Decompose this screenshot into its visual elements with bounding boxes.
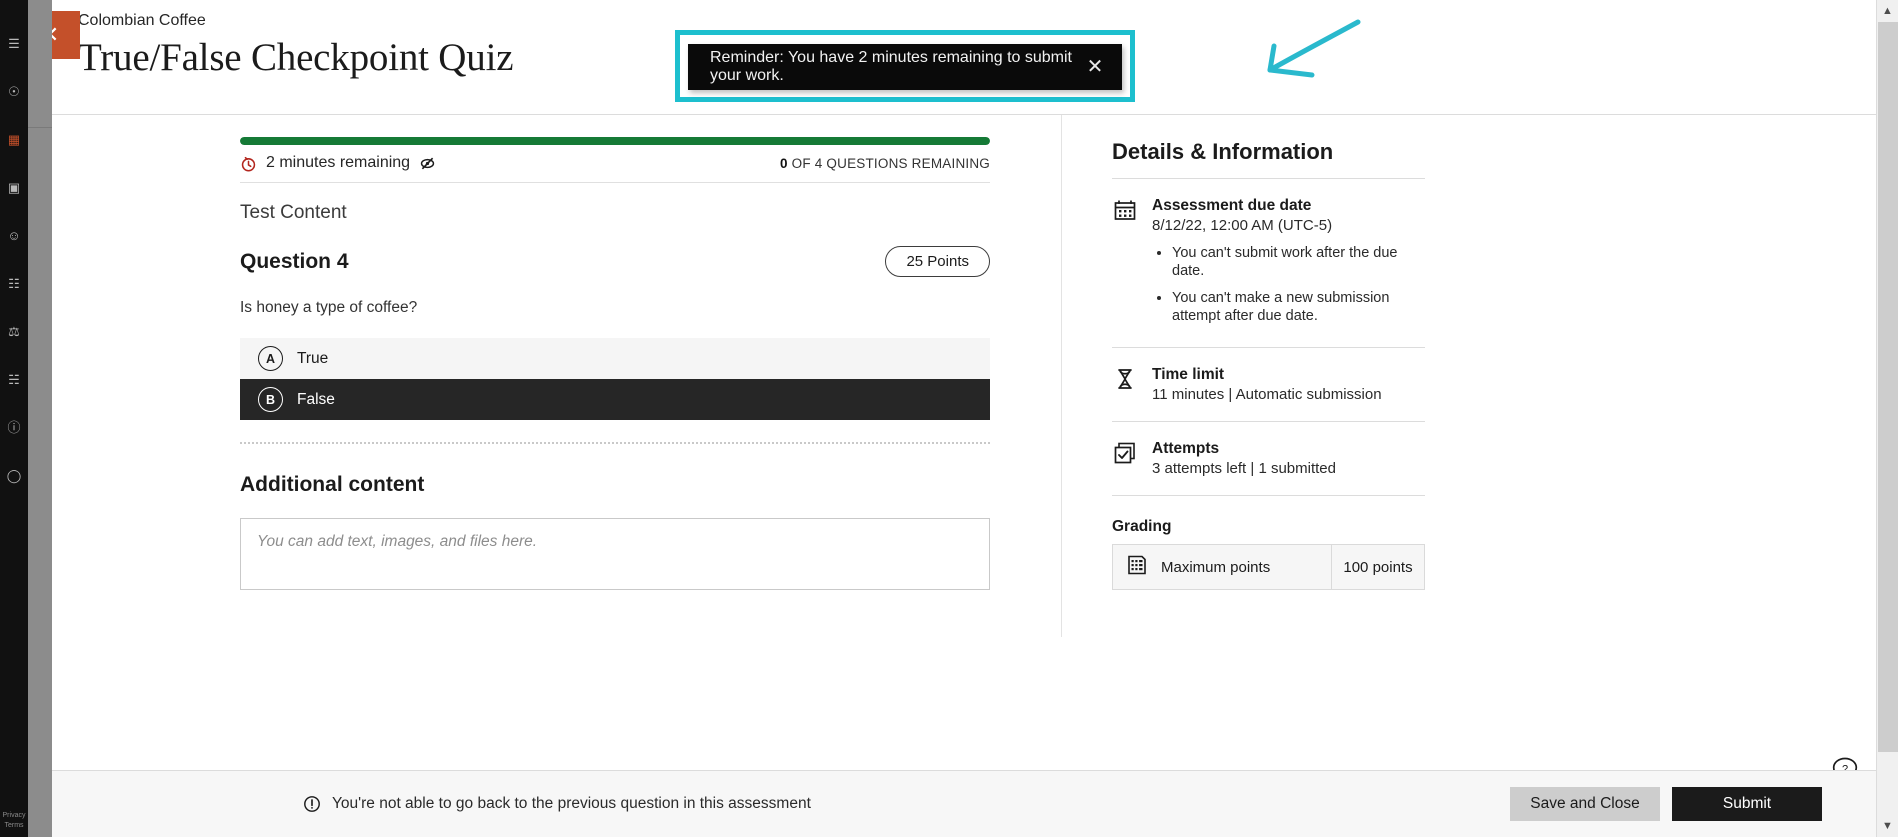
questions-remaining-label: OF 4 QUESTIONS REMAINING <box>788 156 990 171</box>
timer-group: 2 minutes remaining <box>240 154 436 172</box>
grading-row-label-group: Maximum points <box>1113 545 1332 589</box>
grading-row-label: Maximum points <box>1161 559 1270 576</box>
time-progress-bar <box>240 137 990 145</box>
divider <box>1112 421 1425 422</box>
attempts-value: 3 attempts left | 1 submitted <box>1152 460 1336 477</box>
profile-icon[interactable]: ◯ <box>5 466 23 484</box>
additional-content-placeholder: You can add text, images, and files here… <box>257 533 537 550</box>
time-limit-value: 11 minutes | Automatic submission <box>1152 386 1382 403</box>
answer-options: A True B False <box>240 338 990 420</box>
assessment-body: 2 minutes remaining 0 OF 4 QUESTIONS REM… <box>52 115 1898 637</box>
scroll-up-icon[interactable]: ▲ <box>1877 0 1898 22</box>
attempts-block: Attempts 3 attempts left | 1 submitted <box>1112 440 1425 477</box>
messages-icon[interactable]: ☷ <box>5 274 23 292</box>
details-panel: Details & Information Assessment due dat… <box>1062 115 1898 637</box>
question-text: Is honey a type of coffee? <box>240 299 990 317</box>
time-remaining-text: 2 minutes remaining <box>266 154 410 172</box>
test-content-label: Test Content <box>240 202 990 224</box>
close-assessment-button[interactable]: ✕ <box>52 11 80 59</box>
footer-actions: Save and Close Submit <box>1510 787 1822 821</box>
assessment-footer: You're not able to go back to the previo… <box>52 770 1898 837</box>
time-limit-heading: Time limit <box>1152 366 1382 384</box>
grading-card: Maximum points 100 points <box>1112 544 1425 590</box>
question-number: Question 4 <box>240 250 349 274</box>
toast-message: Reminder: You have 2 minutes remaining t… <box>710 49 1084 85</box>
time-limit-text-group: Time limit 11 minutes | Automatic submis… <box>1152 366 1382 403</box>
due-date-text-group: Assessment due date 8/12/22, 12:00 AM (U… <box>1152 197 1425 334</box>
answer-letter: A <box>258 346 283 371</box>
calendar-icon <box>1112 198 1138 224</box>
timer-row: 2 minutes remaining 0 OF 4 QUESTIONS REM… <box>240 154 990 183</box>
calendar-icon[interactable]: ☺ <box>5 226 23 244</box>
scroll-down-icon[interactable]: ▼ <box>1877 815 1898 837</box>
details-title: Details & Information <box>1112 139 1898 165</box>
assessment-modal: ✕ Colombian Coffee True/False Checkpoint… <box>52 0 1898 837</box>
close-icon: ✕ <box>52 11 80 59</box>
toast-highlight-annotation: Reminder: You have 2 minutes remaining t… <box>675 30 1135 102</box>
time-progress-fill <box>240 137 990 145</box>
institution-icon[interactable]: ☉ <box>5 82 23 100</box>
due-date-bullet: You can't make a new submission attempt … <box>1172 289 1425 325</box>
divider <box>1112 495 1425 496</box>
divider <box>240 442 990 444</box>
footer-note-text: You're not able to go back to the previo… <box>332 795 811 813</box>
scrollbar-thumb[interactable] <box>1878 22 1898 752</box>
divider <box>1112 178 1425 179</box>
breadcrumb[interactable]: Colombian Coffee <box>78 12 1898 30</box>
warning-icon <box>303 795 321 813</box>
answer-letter: B <box>258 387 283 412</box>
attempts-icon <box>1112 441 1138 467</box>
global-nav-rail: ☰ ☉ ▦ ▣ ☺ ☷ ⚖ ☵ ⓘ ◯ Privacy Terms <box>0 0 28 837</box>
save-and-close-button[interactable]: Save and Close <box>1510 787 1660 821</box>
question-panel: 2 minutes remaining 0 OF 4 QUESTIONS REM… <box>52 115 1062 637</box>
menu-icon[interactable]: ☰ <box>5 34 23 52</box>
hourglass-icon <box>1112 367 1138 393</box>
answer-option-b[interactable]: B False <box>240 379 990 420</box>
questions-remaining-count: 0 <box>780 156 788 171</box>
due-date-bullets: You can't submit work after the due date… <box>1152 244 1425 325</box>
questions-remaining: 0 OF 4 QUESTIONS REMAINING <box>780 156 990 171</box>
grading-row-value: 100 points <box>1332 559 1424 576</box>
reminder-toast: Reminder: You have 2 minutes remaining t… <box>688 44 1122 90</box>
footer-note: You're not able to go back to the previo… <box>303 795 811 813</box>
submit-button[interactable]: Submit <box>1672 787 1822 821</box>
support-icon[interactable]: ⓘ <box>5 418 23 436</box>
rubric-icon <box>1125 553 1149 581</box>
points-badge: 25 Points <box>885 246 990 277</box>
additional-content-input[interactable]: You can add text, images, and files here… <box>240 518 990 590</box>
courses-icon[interactable]: ▣ <box>5 178 23 196</box>
vertical-scrollbar[interactable]: ▲ ▼ <box>1876 0 1898 837</box>
privacy-link[interactable]: Privacy <box>0 811 28 821</box>
answer-option-a[interactable]: A True <box>240 338 990 379</box>
close-icon[interactable]: ✕ <box>1084 54 1106 80</box>
attempts-text-group: Attempts 3 attempts left | 1 submitted <box>1152 440 1336 477</box>
due-date-heading: Assessment due date <box>1152 197 1425 215</box>
due-date-value: 8/12/22, 12:00 AM (UTC-5) <box>1152 217 1425 234</box>
due-date-bullet: You can't submit work after the due date… <box>1172 244 1425 280</box>
time-limit-block: Time limit 11 minutes | Automatic submis… <box>1112 366 1425 403</box>
answer-label: True <box>297 350 328 368</box>
answer-label: False <box>297 391 335 409</box>
due-date-block: Assessment due date 8/12/22, 12:00 AM (U… <box>1112 197 1425 334</box>
hide-timer-icon[interactable] <box>419 155 436 172</box>
additional-content-title: Additional content <box>240 473 990 497</box>
divider <box>1112 347 1425 348</box>
attempts-heading: Attempts <box>1152 440 1336 458</box>
nav-footer: Privacy Terms <box>0 811 28 831</box>
bookmark-icon[interactable]: ▦ <box>5 130 23 148</box>
grading-label: Grading <box>1112 518 1425 536</box>
tools-icon[interactable]: ☵ <box>5 370 23 388</box>
timer-icon <box>240 155 257 172</box>
question-header: Question 4 25 Points <box>240 246 990 277</box>
terms-link[interactable]: Terms <box>0 821 28 831</box>
grades-icon[interactable]: ⚖ <box>5 322 23 340</box>
